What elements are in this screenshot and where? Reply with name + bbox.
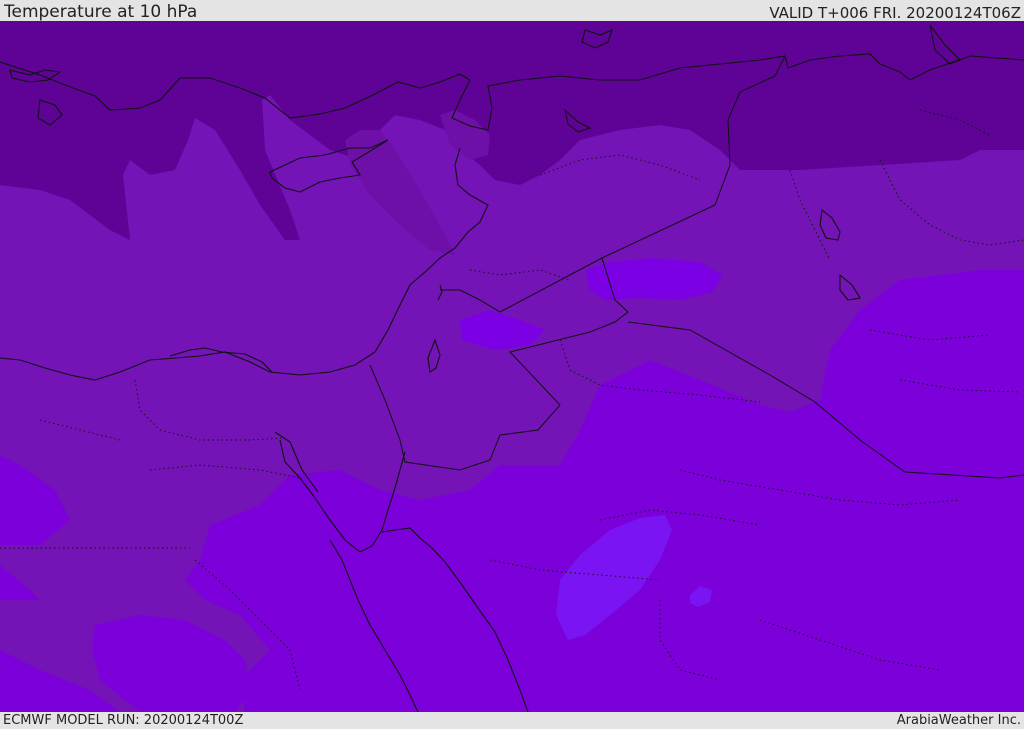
- field-warm-spot-1: [585, 258, 722, 300]
- valid-time: VALID T+006 FRI. 20200124T06Z: [769, 4, 1021, 22]
- credit-label: ArabiaWeather Inc.: [896, 713, 1021, 728]
- model-run-label: ECMWF MODEL RUN: 20200124T00Z: [3, 713, 244, 728]
- temperature-map[interactable]: [0, 21, 1024, 712]
- map-title: Temperature at 10 hPa: [4, 2, 198, 22]
- footer-bar: ECMWF MODEL RUN: 20200124T00Z ArabiaWeat…: [0, 712, 1024, 729]
- header-bar: Temperature at 10 hPa VALID T+006 FRI. 2…: [0, 0, 1024, 21]
